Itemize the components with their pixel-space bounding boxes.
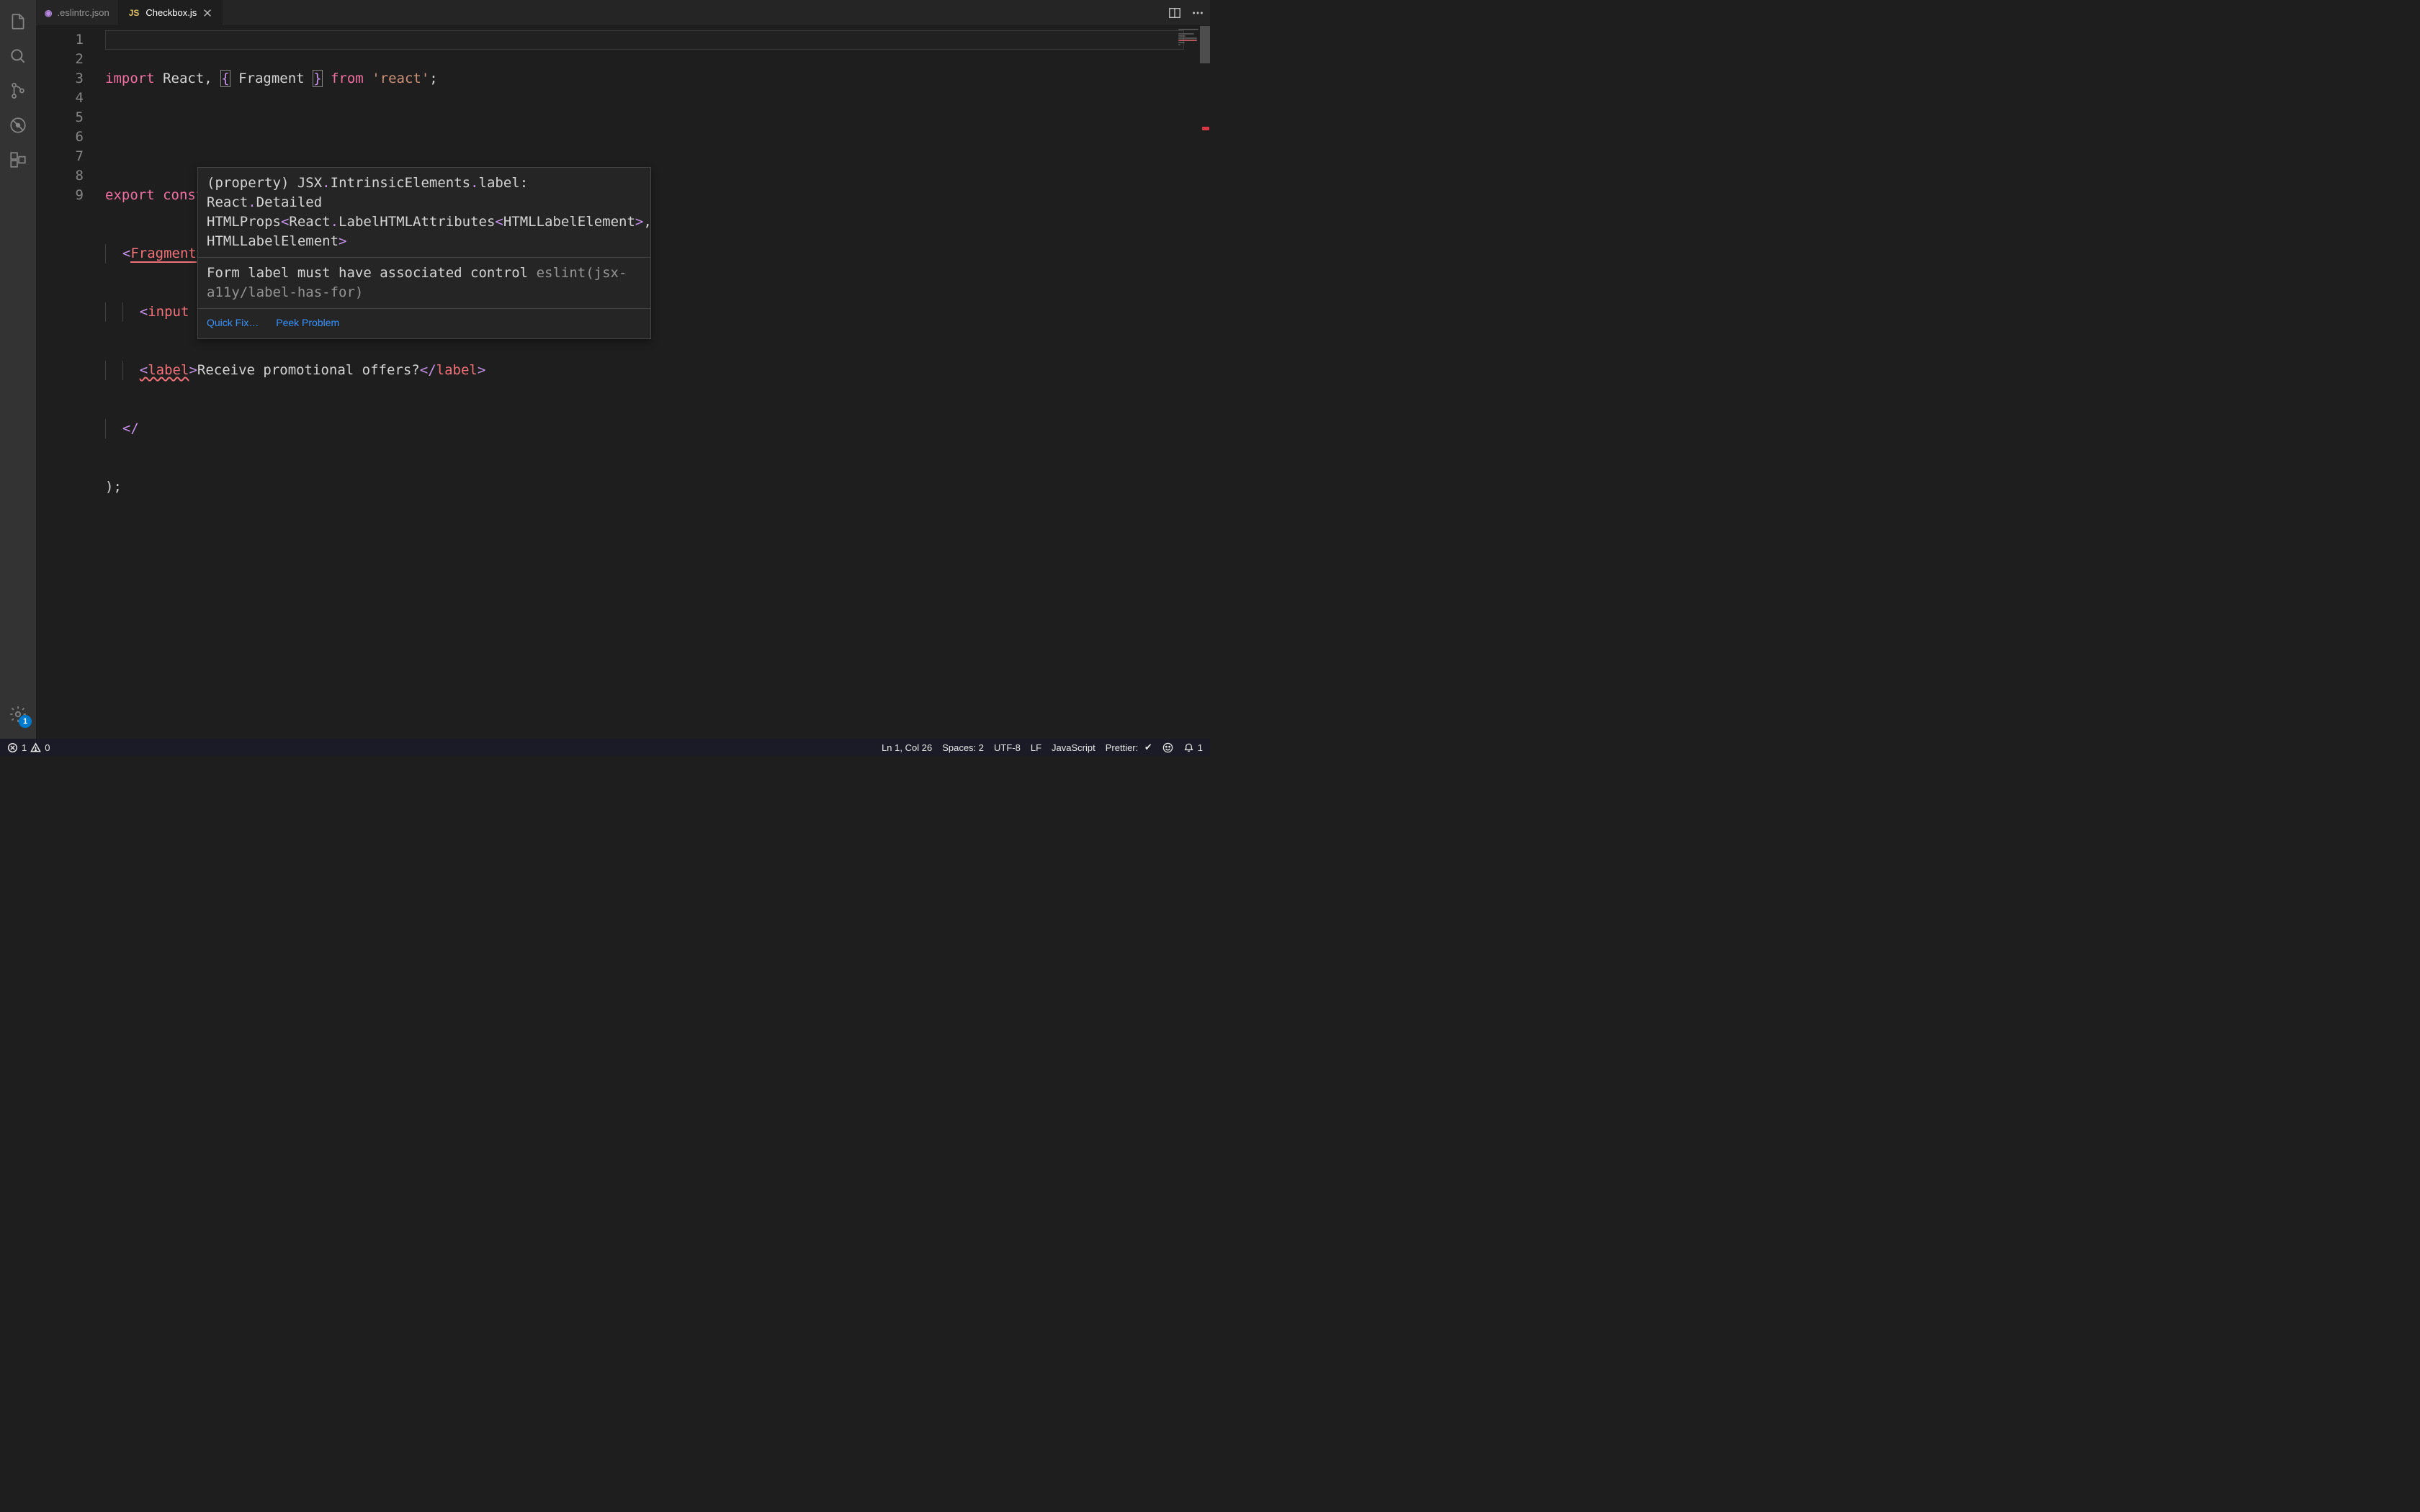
- warning-count: 0: [45, 742, 50, 753]
- status-eol[interactable]: LF: [1031, 742, 1041, 753]
- settings-icon[interactable]: 1: [0, 697, 36, 732]
- hover-signature: (property) JSX.IntrinsicElements.label: …: [198, 168, 650, 257]
- search-icon[interactable]: [0, 39, 36, 73]
- more-icon[interactable]: [1191, 6, 1204, 19]
- tab-eslintrc[interactable]: ◉ .eslintrc.json: [36, 0, 119, 25]
- editor-actions: [1168, 0, 1210, 25]
- status-language-mode[interactable]: JavaScript: [1052, 742, 1095, 753]
- status-feedback-icon[interactable]: [1162, 742, 1173, 753]
- debug-icon[interactable]: [0, 108, 36, 143]
- status-prettier[interactable]: Prettier: ✔: [1106, 742, 1152, 753]
- status-cursor-position[interactable]: Ln 1, Col 26: [882, 742, 932, 753]
- hover-tooltip: (property) JSX.IntrinsicElements.label: …: [197, 167, 651, 339]
- status-indentation[interactable]: Spaces: 2: [942, 742, 984, 753]
- line-number-gutter: 1 2 3 4 5 6 7 8 9: [36, 30, 99, 205]
- editor-group: ◉ .eslintrc.json JS Checkbox.js 1 2 3: [36, 0, 1210, 739]
- split-editor-icon[interactable]: [1168, 6, 1181, 19]
- quick-fix-link[interactable]: Quick Fix…: [207, 317, 259, 328]
- status-bar: 1 0 Ln 1, Col 26 Spaces: 2 UTF-8 LF Java…: [0, 739, 1210, 756]
- peek-problem-link[interactable]: Peek Problem: [276, 317, 339, 328]
- settings-badge: 1: [19, 715, 32, 728]
- js-icon: JS: [127, 8, 141, 18]
- code-editor[interactable]: 1 2 3 4 5 6 7 8 9 import React, { Fragme…: [36, 26, 1210, 739]
- extensions-icon[interactable]: [0, 143, 36, 177]
- tab-bar: ◉ .eslintrc.json JS Checkbox.js: [36, 0, 1210, 26]
- source-control-icon[interactable]: [0, 73, 36, 108]
- tab-label: Checkbox.js: [145, 7, 197, 18]
- tab-checkbox-js[interactable]: JS Checkbox.js: [119, 0, 223, 25]
- status-encoding[interactable]: UTF-8: [994, 742, 1021, 753]
- explorer-icon[interactable]: [0, 4, 36, 39]
- vertical-scrollbar[interactable]: [1200, 26, 1210, 739]
- status-problems[interactable]: 1 0: [7, 742, 50, 753]
- hover-actions: Quick Fix… Peek Problem: [198, 309, 650, 338]
- error-count: 1: [22, 742, 27, 753]
- activity-bar: 1: [0, 0, 36, 756]
- close-icon[interactable]: [202, 7, 213, 19]
- scrollbar-thumb[interactable]: [1200, 26, 1210, 63]
- notification-count: 1: [1198, 742, 1203, 753]
- status-notifications-icon[interactable]: 1: [1183, 742, 1203, 753]
- overview-error-marker[interactable]: [1202, 127, 1209, 130]
- json-icon: ◉: [45, 8, 52, 18]
- hover-lint-message: Form label must have associated control …: [198, 258, 650, 308]
- tab-label: .eslintrc.json: [57, 7, 109, 18]
